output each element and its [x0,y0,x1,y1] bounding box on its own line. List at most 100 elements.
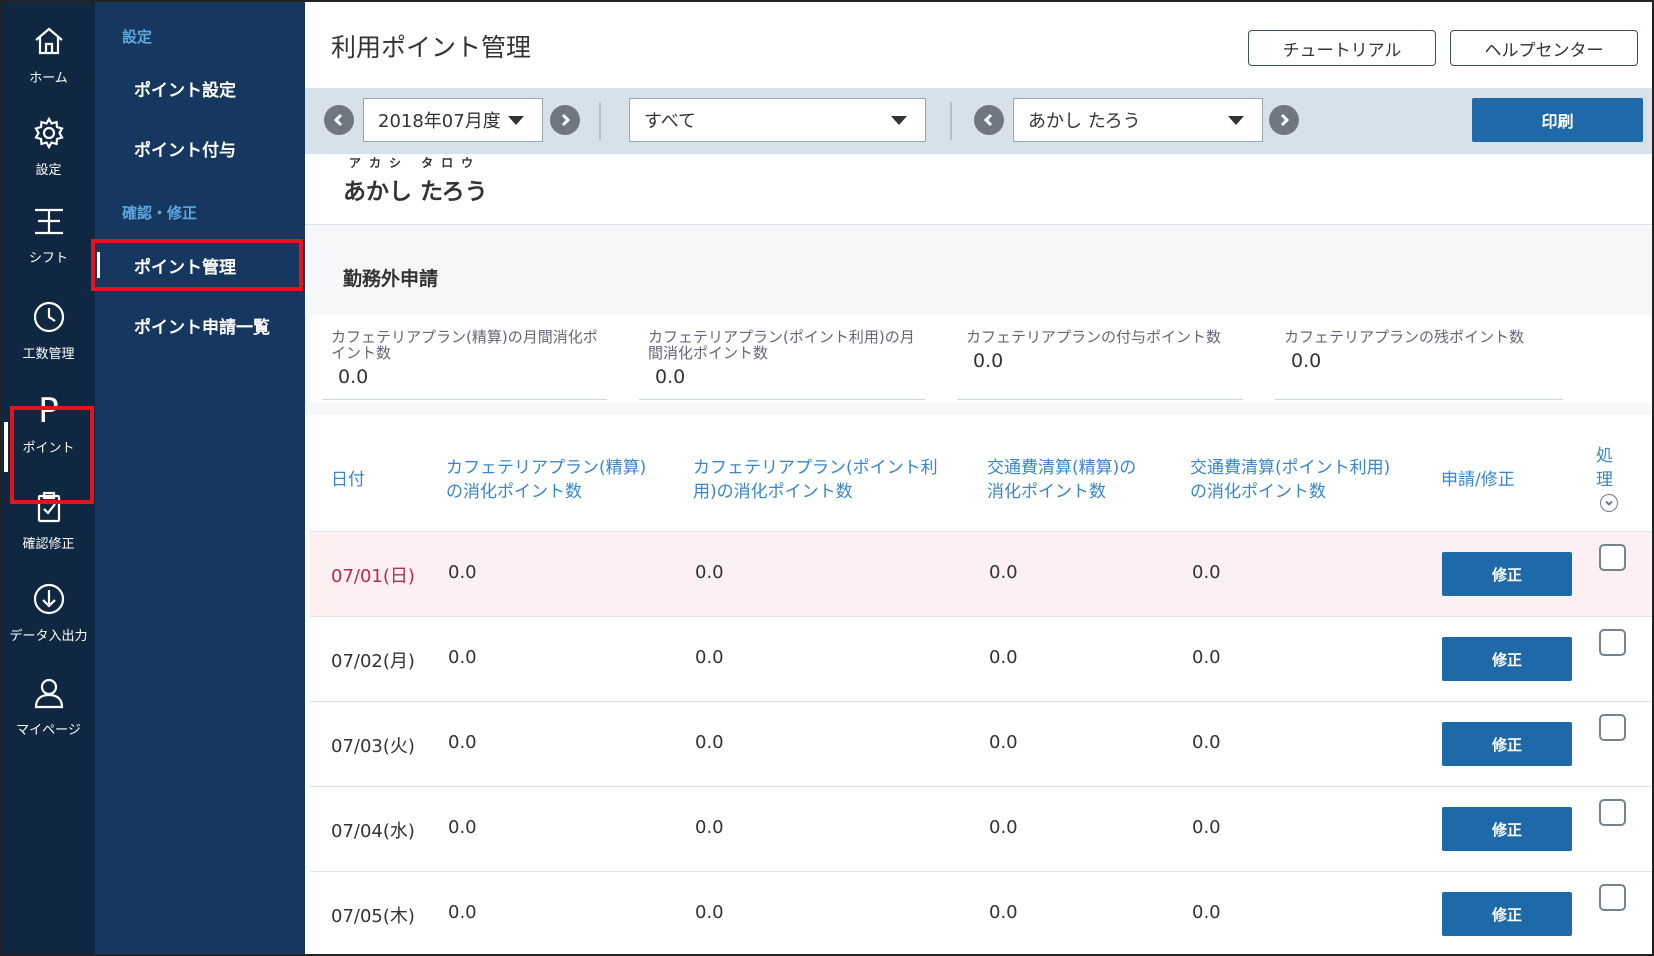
row-cafeteria-settle: 0.0 [448,902,477,923]
th-line: の消化ポイント数 [446,482,582,502]
chevron-right-icon [1280,113,1290,127]
person-select[interactable]: あかし たろう [1013,98,1263,142]
summary-label-3: カフェテリアプランの付与ポイント数 [966,329,1221,345]
th-apply-edit: 申請/修正 [1441,470,1515,490]
person-select-value: あかし たろう [1028,111,1141,132]
rail-active-indicator [4,422,8,472]
process-checkbox[interactable] [1599,544,1626,571]
row-transport-point: 0.0 [1192,562,1221,583]
rail-item-settings[interactable]: 設定 [2,98,95,194]
process-checkbox[interactable] [1599,884,1626,911]
caret-down-icon [891,116,907,125]
rail-item-man-hours[interactable]: 工数管理 [2,282,95,378]
rail-item-label: ホーム [29,70,68,86]
edit-button[interactable]: 修正 [1442,807,1572,851]
th-line: 用)の消化ポイント数 [693,482,853,502]
rail-item-label: データ入出力 [9,628,88,644]
edit-button[interactable]: 修正 [1442,637,1572,681]
rail-item-label: マイページ [16,722,81,738]
edit-button[interactable]: 修正 [1442,552,1572,596]
summary-value-3: 0.0 [973,350,1004,372]
rail-item-label: 設定 [35,162,62,178]
summary-underline [639,399,925,400]
row-cafeteria-settle: 0.0 [448,647,477,668]
subnav-item-point-settings[interactable]: ポイント設定 [134,76,236,101]
process-checkbox[interactable] [1599,629,1626,656]
row-cafeteria-settle: 0.0 [448,562,477,583]
caret-down-icon [508,116,524,125]
app-window: ホーム 設定 シフト 工数管理 P ポイント 確認修正 データ入出力 マイページ… [0,0,1654,956]
caret-down-icon [1228,116,1244,125]
print-button[interactable]: 印刷 [1472,98,1643,142]
subnav-item-point-grant[interactable]: ポイント付与 [134,136,236,161]
th-line: 交通費清算(ポイント利用) [1190,458,1391,478]
row-transport-point: 0.0 [1192,732,1221,753]
download-icon [31,581,67,617]
summary-label-line: カフェテリアプランの残ポイント数 [1284,328,1525,346]
row-cafeteria-point: 0.0 [695,732,724,753]
th-line: 理 [1596,470,1613,490]
edit-button[interactable]: 修正 [1442,722,1572,766]
row-date: 07/02(月) [331,651,415,672]
edit-button[interactable]: 修正 [1442,892,1572,936]
person-name: あかし たろう [343,179,488,205]
th-cafeteria-point: カフェテリアプラン(ポイント利 用)の消化ポイント数 [693,456,938,504]
chevron-left-icon [333,113,343,127]
home-icon [31,23,67,59]
summary-value-2: 0.0 [655,366,686,388]
help-center-button[interactable]: ヘルプセンター [1450,30,1638,66]
rail-item-mypage[interactable]: マイページ [2,658,95,754]
rail-item-home[interactable]: ホーム [2,6,95,102]
prev-person-button[interactable] [974,105,1004,135]
row-transport-settle: 0.0 [989,732,1018,753]
summary-value-1: 0.0 [338,366,369,388]
process-select-all-toggle[interactable] [1600,494,1618,512]
month-select[interactable]: 2018年07月度 [363,98,543,142]
th-line: 交通費清算(精算)の [987,458,1137,478]
rail-item-label: シフト [28,250,68,266]
tutorial-button[interactable]: チュートリアル [1248,30,1436,66]
rail-item-shift[interactable]: シフト [2,186,95,282]
chevron-right-icon [561,113,571,127]
row-date: 07/01(日) [331,566,415,587]
row-date: 07/05(木) [331,906,415,927]
prev-month-button[interactable] [324,105,354,135]
summary-label-1: カフェテリアプラン(精算)の月間消化ポ イント数 [331,329,598,361]
row-cafeteria-point: 0.0 [695,902,724,923]
section-title: 勤務外申請 [343,268,439,290]
highlight-box-point-management [91,239,303,291]
table-row: 07/02(月) 0.0 0.0 0.0 0.0 修正 [310,616,1652,701]
next-month-button[interactable] [550,105,580,135]
highlight-box-point [10,406,94,504]
row-transport-point: 0.0 [1192,647,1221,668]
summary-label-4: カフェテリアプランの残ポイント数 [1284,329,1524,345]
process-checkbox[interactable] [1599,714,1626,741]
next-person-button[interactable] [1269,105,1299,135]
row-cafeteria-settle: 0.0 [448,732,477,753]
filter-select-value: すべて [644,111,697,132]
th-transport-point: 交通費清算(ポイント利用) の消化ポイント数 [1190,456,1390,504]
th-date: 日付 [331,470,365,490]
process-checkbox[interactable] [1599,799,1626,826]
row-cafeteria-point: 0.0 [695,647,724,668]
shift-icon [31,203,67,239]
rail-item-data-io[interactable]: データ入出力 [2,564,95,660]
th-process: 処 理 [1596,444,1613,492]
clock-icon [31,299,67,335]
page-title: 利用ポイント管理 [331,33,532,62]
summary-label-line: カフェテリアプラン(精算)の月間消化ポ [331,328,598,346]
summary-label-line: カフェテリアプラン(ポイント利用)の月 [648,328,915,346]
table-row: 07/05(木) 0.0 0.0 0.0 0.0 修正 [310,871,1652,954]
filter-select[interactable]: すべて [629,98,926,142]
row-transport-settle: 0.0 [989,647,1018,668]
table-row: 07/01(日) 0.0 0.0 0.0 0.0 修正 [310,531,1652,616]
th-line: の消化ポイント数 [1190,482,1326,502]
rail-item-label: 確認修正 [22,536,75,552]
th-line: カフェテリアプラン(ポイント利 [693,458,938,478]
row-transport-settle: 0.0 [989,562,1018,583]
filter-toolbar: 2018年07月度 すべて あかし たろう 印刷 [305,88,1652,154]
main-content: 利用ポイント管理 チュートリアル ヘルプセンター 2018年07月度 すべて あ… [305,2,1652,954]
summary-value-4: 0.0 [1291,350,1322,372]
summary-label-2: カフェテリアプラン(ポイント利用)の月 間消化ポイント数 [648,329,915,361]
subnav-item-point-requests[interactable]: ポイント申請一覧 [134,313,270,338]
